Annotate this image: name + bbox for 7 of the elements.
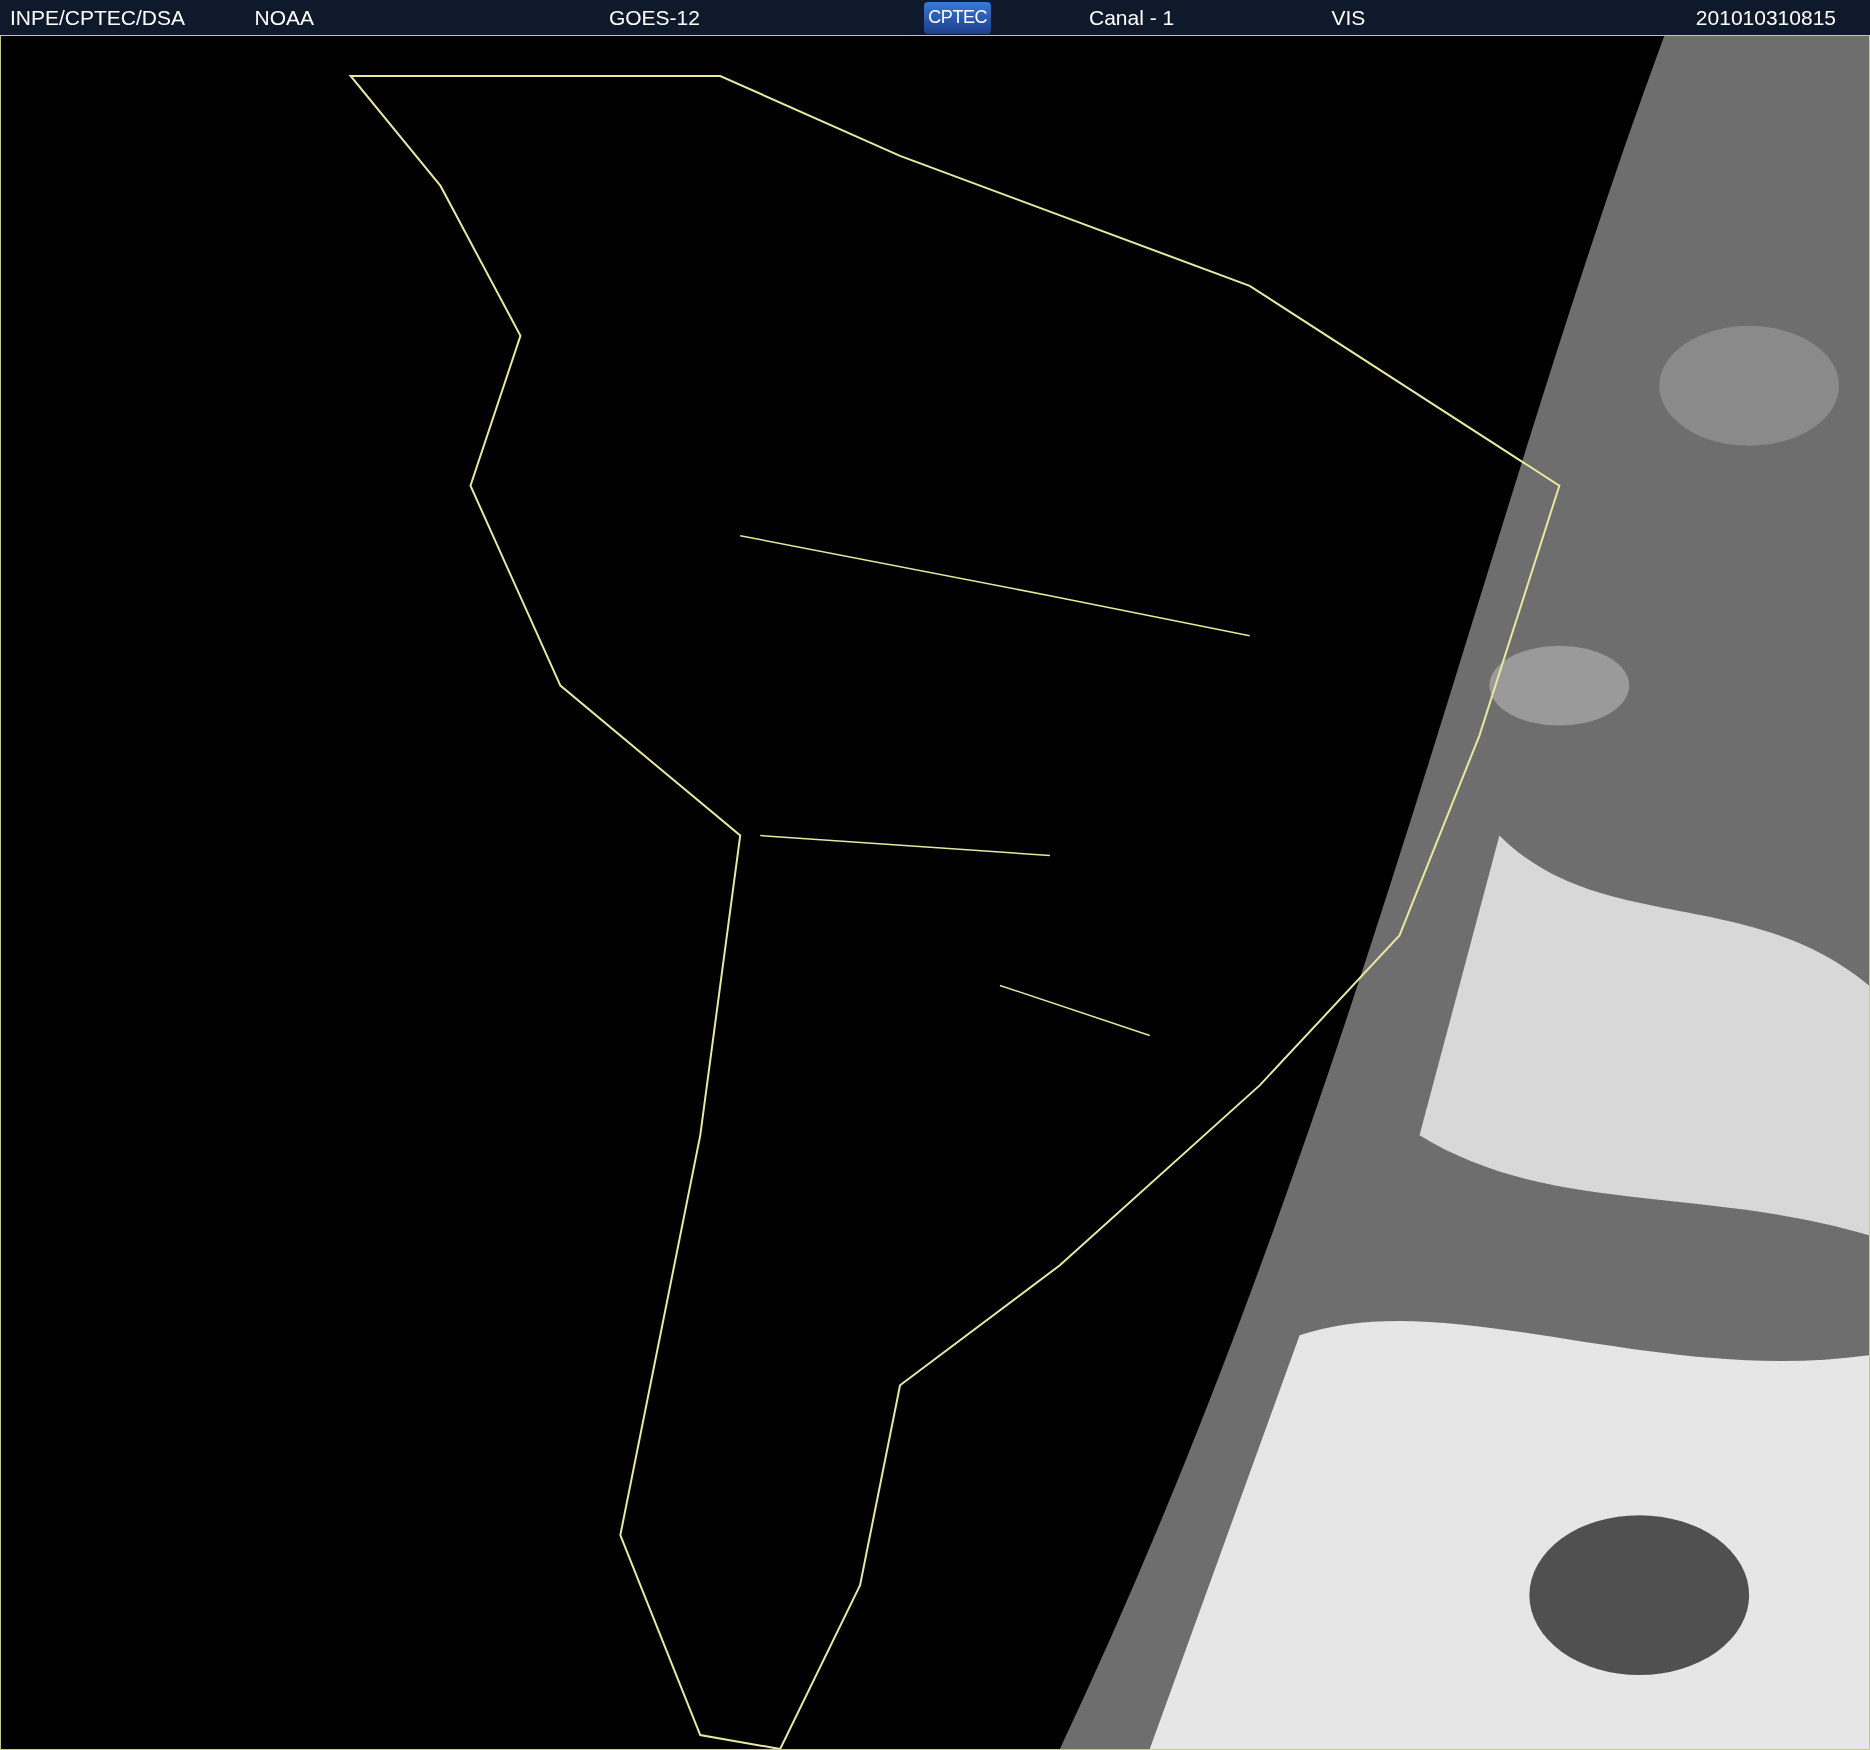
- logo-badge: CPTEC: [924, 1, 992, 34]
- header-label: INPE/CPTEC/DSA: [10, 4, 186, 31]
- header-label: VIS: [1331, 4, 1366, 31]
- header-label: 201010310815: [1695, 4, 1836, 31]
- header-label: NOAA: [254, 4, 315, 31]
- header-label: Canal - 1: [1089, 4, 1175, 31]
- header-label: GOES-12: [608, 4, 700, 31]
